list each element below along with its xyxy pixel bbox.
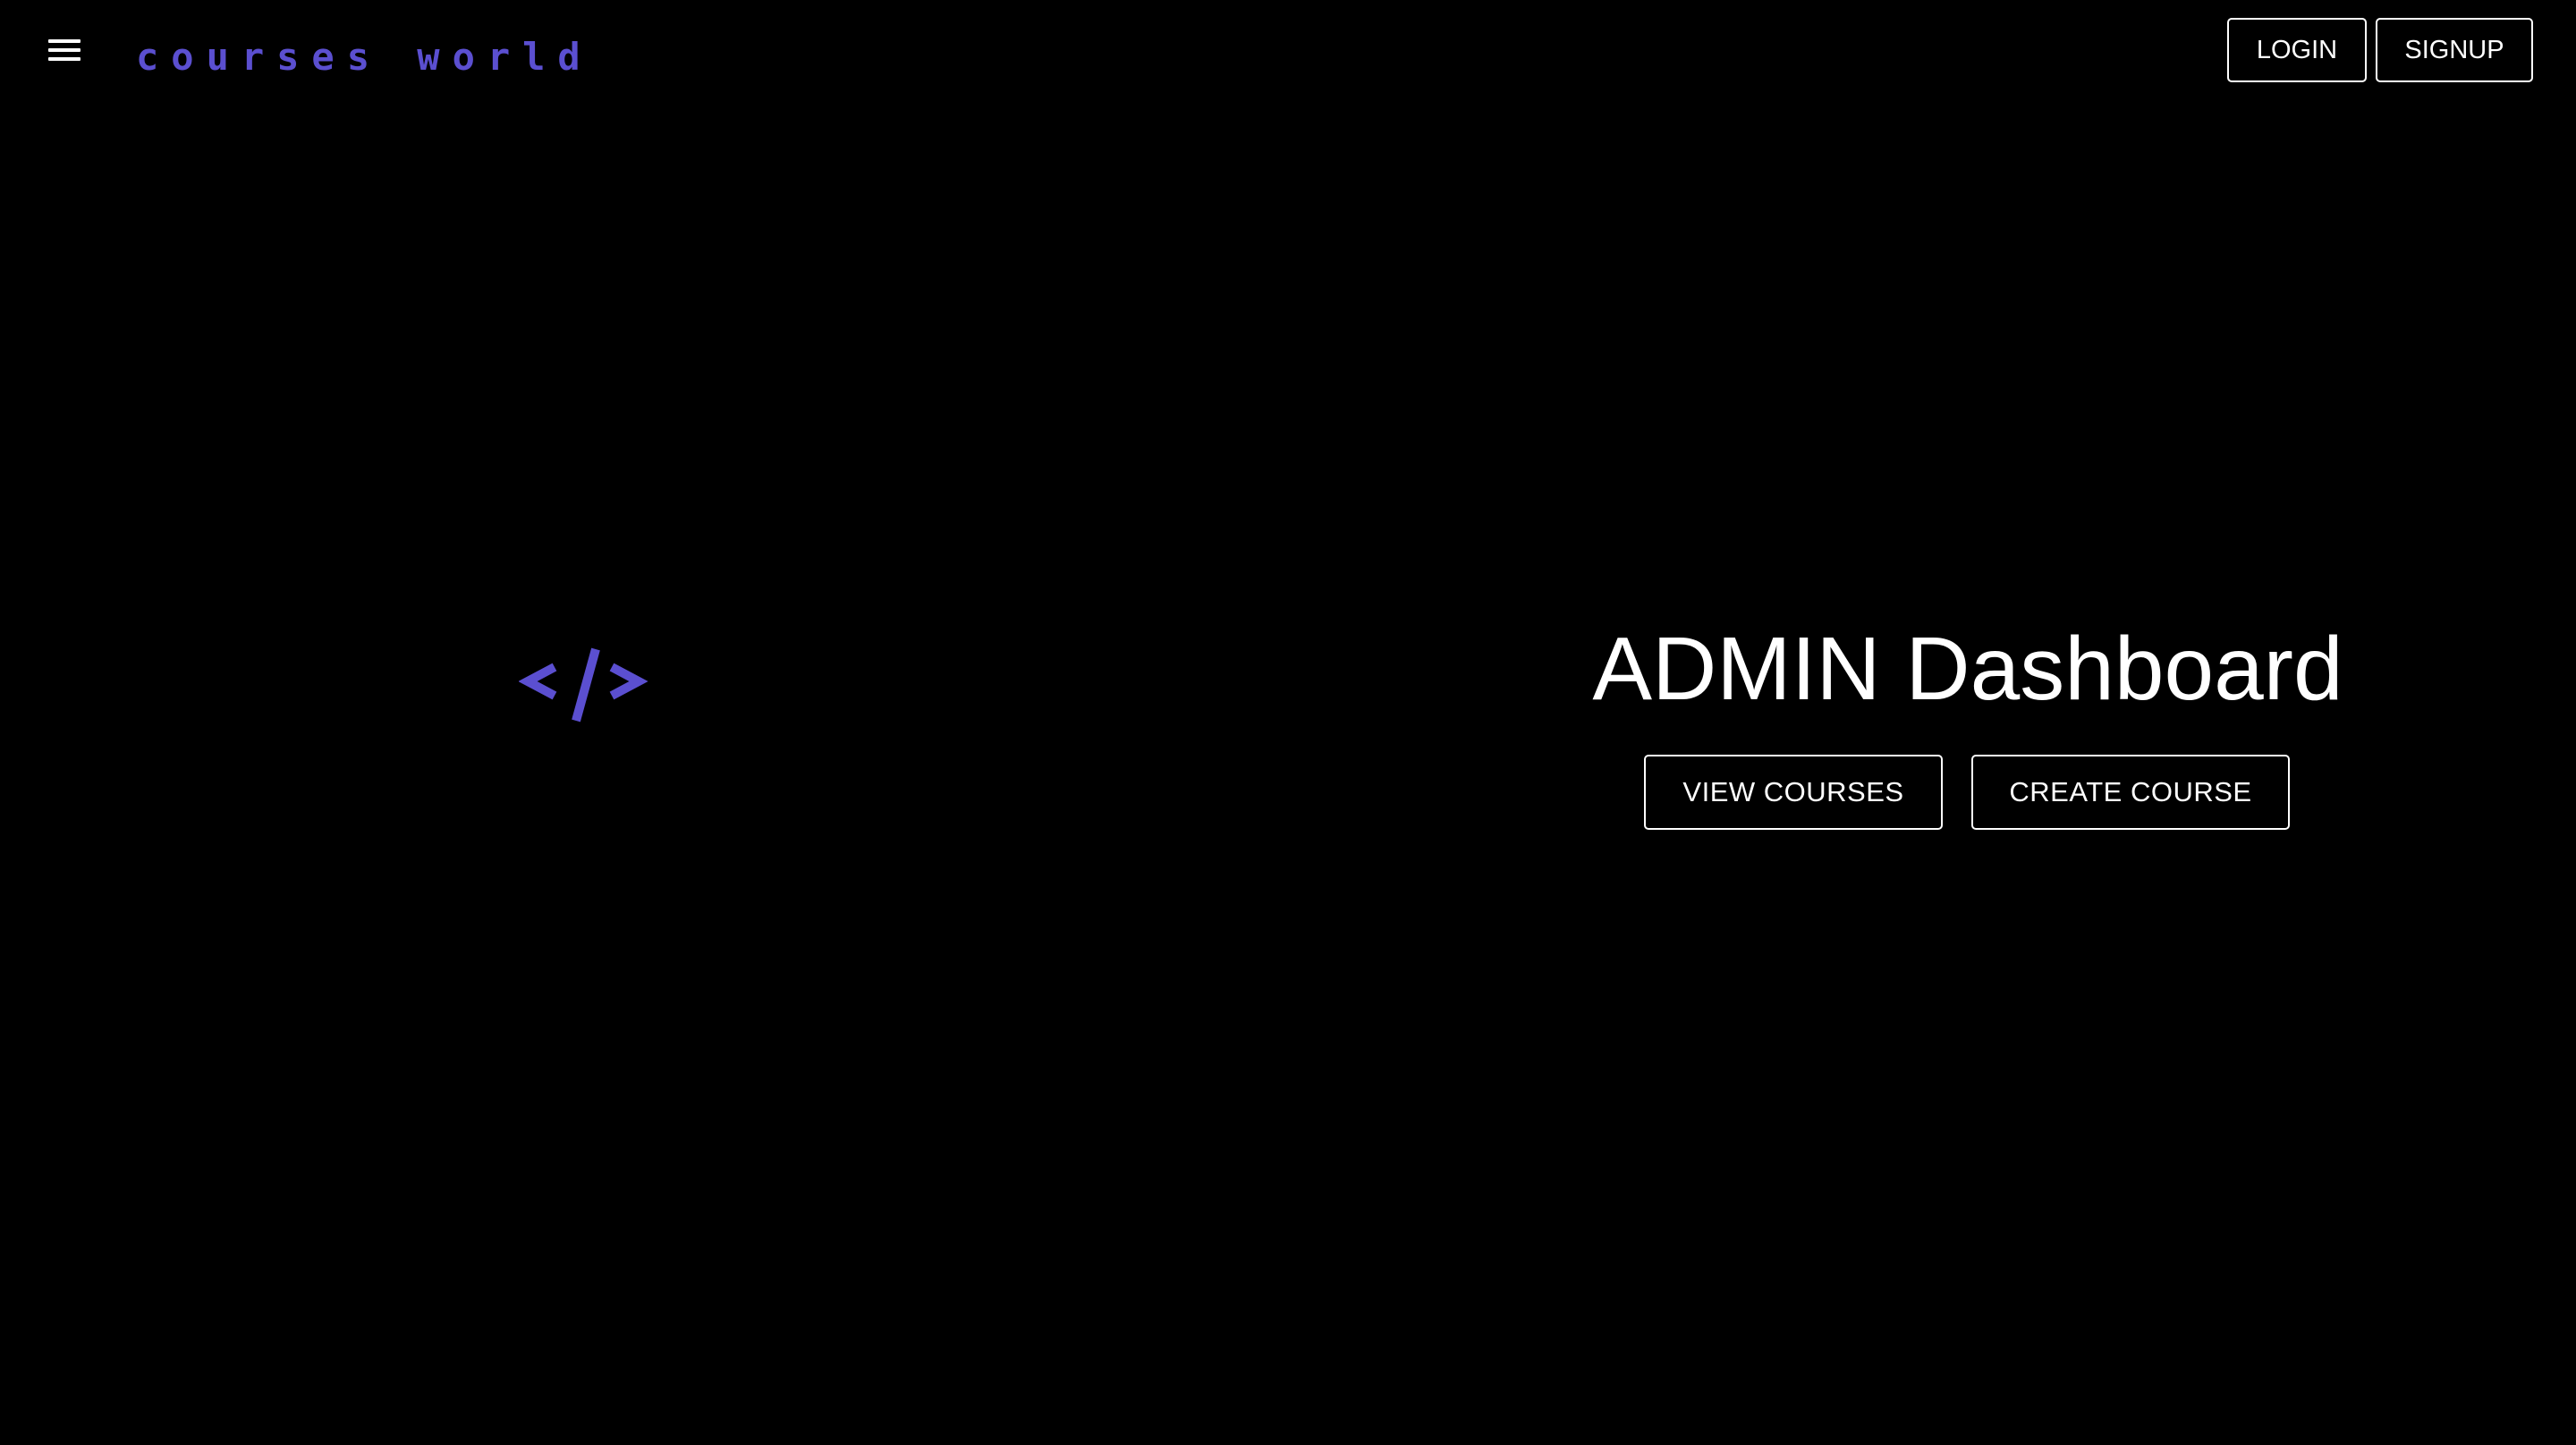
code-brackets-icon: [519, 647, 648, 722]
menu-button[interactable]: [41, 32, 88, 68]
page-title: ADMIN Dashboard: [1592, 619, 2343, 719]
brand-title[interactable]: courses world: [136, 30, 593, 84]
view-courses-button[interactable]: VIEW COURSES: [1644, 755, 1943, 830]
menu-icon-line: [48, 57, 80, 61]
signup-button[interactable]: SIGNUP: [2376, 18, 2533, 82]
menu-icon-line: [48, 48, 80, 52]
menu-icon-line: [48, 39, 80, 43]
login-button[interactable]: LOGIN: [2227, 18, 2367, 82]
create-course-button[interactable]: CREATE COURSE: [1971, 755, 2290, 830]
top-app-bar: courses world LOGIN SIGNUP: [0, 0, 2576, 100]
